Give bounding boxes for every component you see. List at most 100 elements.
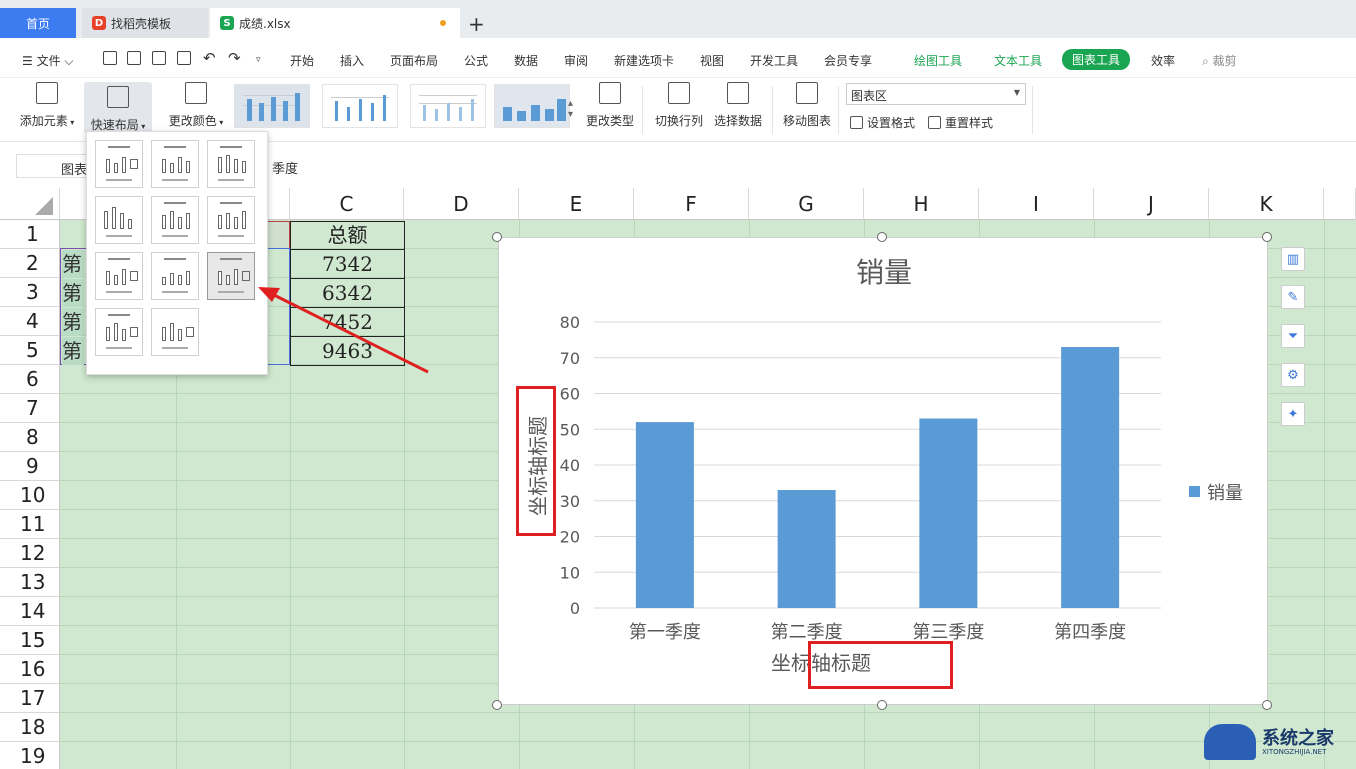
change-color-button[interactable]: 更改颜色 ▾ [164,82,228,129]
move-chart-button[interactable]: 移动图表 [780,82,834,129]
row-header[interactable]: 1 [0,220,60,249]
preview-icon[interactable] [177,51,191,65]
menu-efficiency[interactable]: 效率 [1151,52,1175,69]
column-header-j[interactable]: J [1094,188,1209,220]
chart-elements-icon[interactable]: ▥ [1281,247,1305,271]
layout-option-3[interactable] [207,140,255,188]
column-header-g[interactable]: G [749,188,864,220]
column-header-i[interactable]: I [979,188,1094,220]
column-header-d[interactable]: D [404,188,519,220]
switch-rowcol-button[interactable]: 切换行列 [652,82,706,129]
row-header[interactable]: 15 [0,626,60,655]
select-all-corner[interactable] [0,188,60,220]
quick-access-more-icon[interactable]: ▿ [256,55,261,65]
cell-c1[interactable]: 总额 [290,221,405,249]
column-header-f[interactable]: F [634,188,749,220]
undo-icon[interactable]: ↶ [203,49,216,67]
chart-style-2[interactable] [322,84,398,128]
cell-a4[interactable]: 第 [62,308,84,336]
cell-c2[interactable]: 7342 [290,250,405,278]
row-header[interactable]: 16 [0,655,60,684]
print-icon[interactable] [152,51,166,65]
row-header[interactable]: 6 [0,365,60,394]
resize-handle-n[interactable] [877,232,887,242]
menu-member[interactable]: 会员专享 [824,52,872,69]
reset-style-button[interactable]: 重置样式 [928,114,993,131]
file-menu[interactable]: ☰ 文件 ⌵ [22,52,74,69]
row-header[interactable]: 8 [0,423,60,452]
add-element-button[interactable]: 添加元素 ▾ [16,82,78,129]
bar[interactable] [777,490,836,608]
layout-option-9-selected[interactable] [207,252,255,300]
row-header[interactable]: 10 [0,481,60,510]
bar[interactable] [919,418,978,608]
layout-option-11[interactable] [151,308,199,356]
menu-formula[interactable]: 公式 [464,52,488,69]
row-header[interactable]: 4 [0,307,60,336]
resize-handle-ne[interactable] [1262,232,1272,242]
chart-filter-icon[interactable]: ⏷ [1281,324,1305,348]
row-header[interactable]: 18 [0,713,60,742]
cell-a2[interactable]: 第 [62,250,84,278]
gallery-more-icon[interactable]: ▴ ▾ [568,98,573,120]
set-format-button[interactable]: 设置格式 [850,114,915,131]
menu-review[interactable]: 审阅 [564,52,588,69]
redo-icon[interactable]: ↷ [228,49,241,67]
chart-style-4[interactable] [494,84,570,128]
select-data-button[interactable]: 选择数据 [712,82,764,129]
chart-style-brush-icon[interactable]: ✎ [1281,285,1305,309]
column-header-k[interactable]: K [1209,188,1324,220]
bar[interactable] [635,422,694,608]
tab-template[interactable]: D 找稻壳模板 [82,8,208,38]
name-box[interactable]: 图表 [16,154,90,178]
chart-style-1[interactable] [234,84,310,128]
resize-handle-se[interactable] [1262,700,1272,710]
menu-view[interactable]: 视图 [700,52,724,69]
menu-developer[interactable]: 开发工具 [750,52,798,69]
layout-option-6[interactable] [207,196,255,244]
row-header[interactable]: 2 [0,249,60,278]
resize-handle-nw[interactable] [492,232,502,242]
layout-option-2[interactable] [151,140,199,188]
layout-option-5[interactable] [151,196,199,244]
chart-element-select[interactable]: 图表区 ▼ [846,83,1026,105]
search-crop[interactable]: ⌕ 裁剪 [1202,52,1237,69]
menu-chart-tools[interactable]: 图表工具 [1062,49,1131,70]
resize-handle-sw[interactable] [492,700,502,710]
change-type-button[interactable]: 更改类型 [584,82,636,129]
resize-handle-s[interactable] [877,700,887,710]
tab-home[interactable]: 首页 [0,8,76,38]
menu-insert[interactable]: 插入 [340,52,364,69]
column-header-e[interactable]: E [519,188,634,220]
row-header[interactable]: 12 [0,539,60,568]
row-header[interactable]: 19 [0,742,60,769]
bar[interactable] [1061,347,1120,608]
cell-a3[interactable]: 第 [62,279,84,307]
chart-area[interactable]: 销量 第一季度 第二季度 第三季度 第四季度 0 10 20 30 40 50 60 70 80 坐标… [498,237,1268,705]
cell-a5[interactable]: 第 [62,337,84,365]
menu-home[interactable]: 开始 [290,52,314,69]
chart-settings-gear-icon[interactable]: ⚙ [1281,363,1305,387]
layout-option-8[interactable] [151,252,199,300]
row-header[interactable]: 17 [0,684,60,713]
menu-data[interactable]: 数据 [514,52,538,69]
row-header[interactable]: 3 [0,278,60,307]
row-header[interactable]: 9 [0,452,60,481]
layout-option-7[interactable] [95,252,143,300]
export-icon[interactable] [127,51,141,65]
layout-option-1[interactable] [95,140,143,188]
save-icon[interactable] [103,51,117,65]
legend-label[interactable]: 销量 [1207,483,1243,504]
chart-ideas-bulb-icon[interactable]: ✦ [1281,402,1305,426]
row-header[interactable]: 11 [0,510,60,539]
menu-new-tab[interactable]: 新建选项卡 [614,52,674,69]
column-header-l[interactable] [1324,188,1356,220]
menu-text-tools[interactable]: 文本工具 [994,52,1042,69]
row-header[interactable]: 14 [0,597,60,626]
menu-drawing-tools[interactable]: 绘图工具 [914,52,962,69]
chart-title[interactable]: 销量 [856,256,912,289]
new-tab-button[interactable]: + [468,12,485,36]
row-header[interactable]: 7 [0,394,60,423]
layout-option-10[interactable] [95,308,143,356]
row-header[interactable]: 5 [0,336,60,365]
